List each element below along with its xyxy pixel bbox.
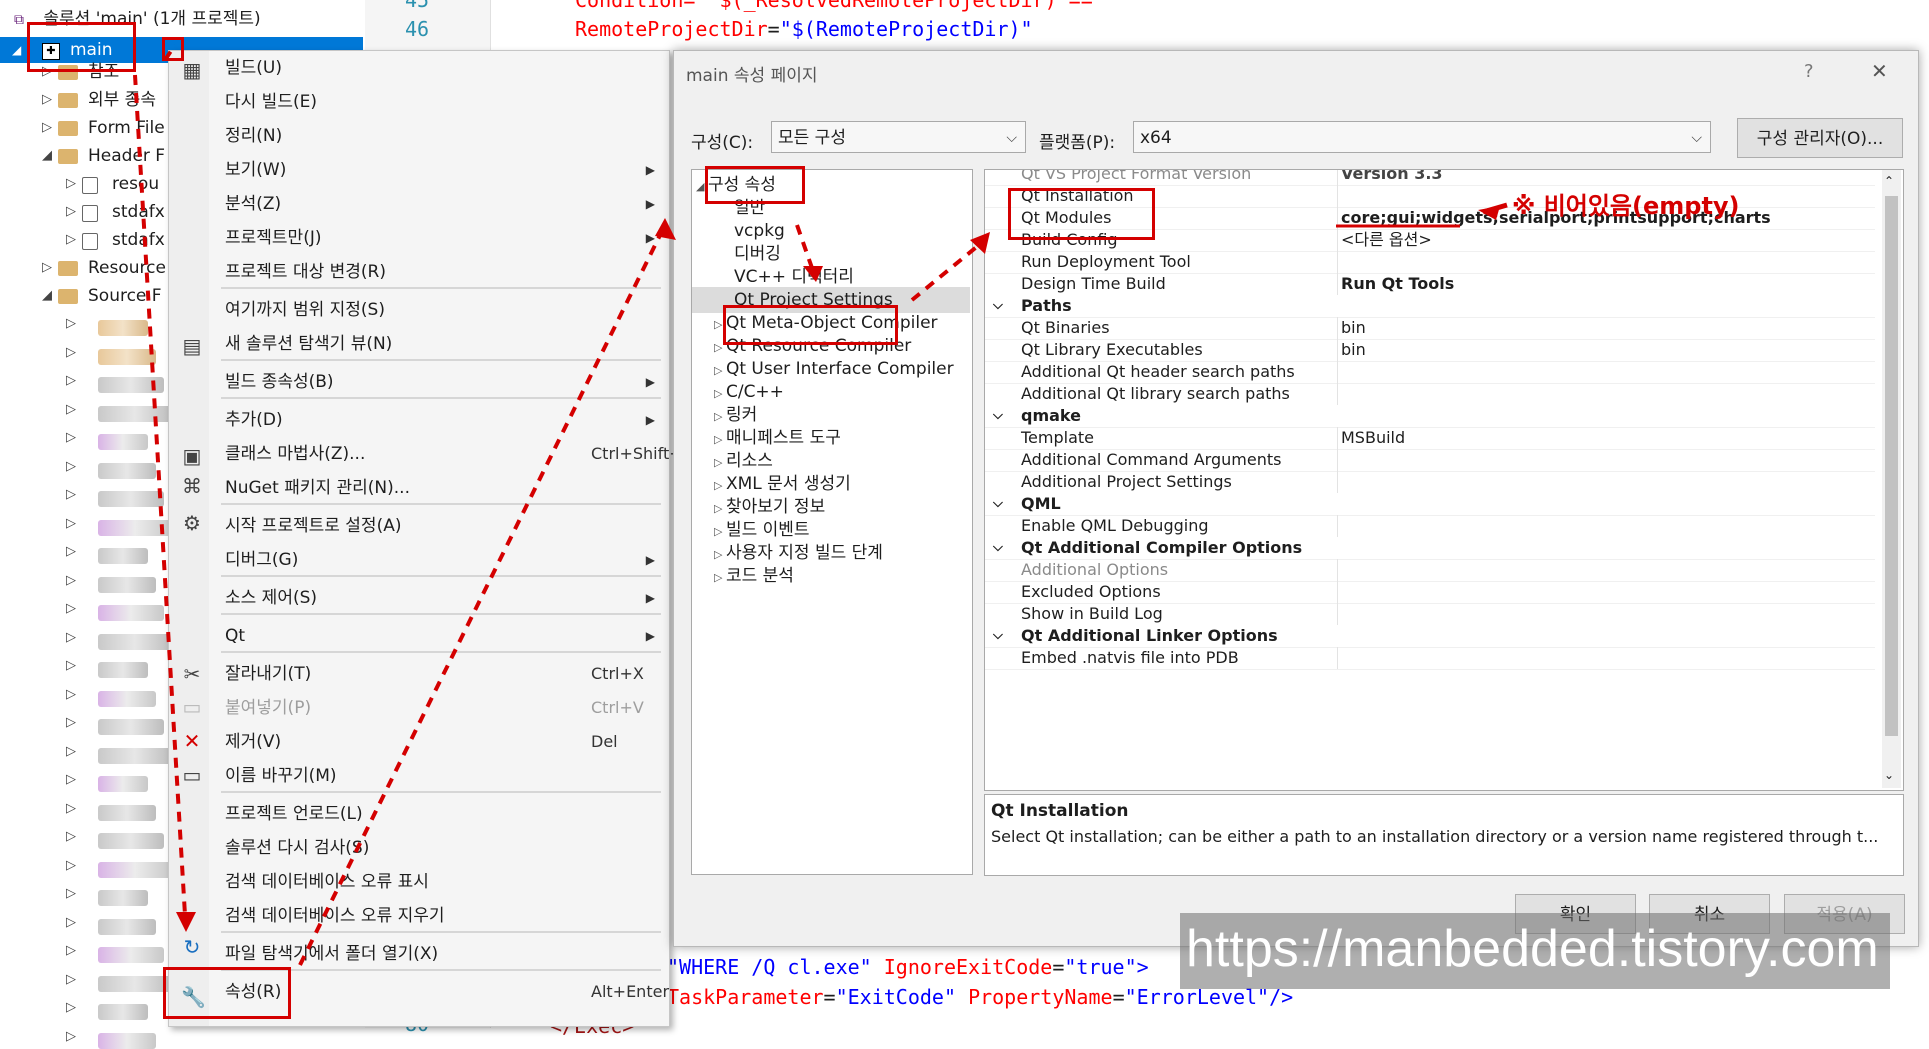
watermark: https://manbedded.tistory.com bbox=[1180, 913, 1890, 989]
annotation-arrows bbox=[133, 43, 1508, 966]
annotation-empty-note: ※ 비어있음(empty) bbox=[1512, 192, 1740, 220]
expand-icon[interactable]: ▷ bbox=[66, 1029, 80, 1044]
blurred-tree-item bbox=[98, 1032, 156, 1049]
watermark-text: https://manbedded.tistory.com bbox=[1186, 920, 1879, 978]
